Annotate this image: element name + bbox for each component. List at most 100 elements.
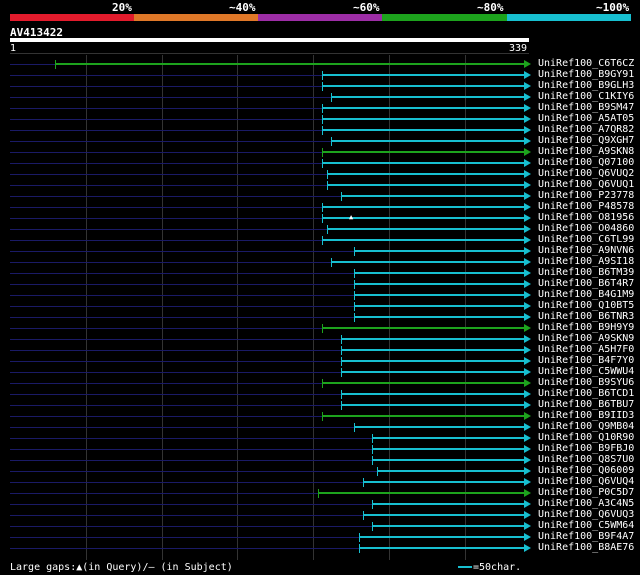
hit-bar[interactable] (363, 481, 524, 483)
hit-bar[interactable] (322, 151, 524, 153)
hit-name-link[interactable]: UniRef100_B9SM47 (538, 102, 634, 113)
hit-name-link[interactable]: UniRef100_O81956 (538, 212, 634, 223)
hit-name-link[interactable]: UniRef100_Q10R90 (538, 432, 634, 443)
hit-name-link[interactable]: UniRef100_O04860 (538, 223, 634, 234)
hit-bar[interactable] (322, 415, 524, 417)
hit-bar[interactable] (341, 360, 524, 362)
hit-bar[interactable] (359, 547, 524, 549)
hit-name-link[interactable]: UniRef100_P0C5D7 (538, 487, 634, 498)
hit-bar[interactable] (372, 459, 524, 461)
hit-name-link[interactable]: UniRef100_B6T4R7 (538, 278, 634, 289)
hit-name-link[interactable]: UniRef100_B8AE76 (538, 542, 634, 553)
hit-bar[interactable] (322, 74, 524, 76)
hit-name-link[interactable]: UniRef100_C6TL99 (538, 234, 634, 245)
hit-name-link[interactable]: UniRef100_B9GLH3 (538, 80, 634, 91)
hit-bar[interactable] (359, 536, 524, 538)
hit-name-link[interactable]: UniRef100_Q6VUQ1 (538, 179, 634, 190)
hit-name-link[interactable]: UniRef100_A9SKN9 (538, 333, 634, 344)
hit-name-link[interactable]: UniRef100_B9SYU6 (538, 377, 634, 388)
hit-name-link[interactable]: UniRef100_B6TM39 (538, 267, 634, 278)
hit-name-link[interactable]: UniRef100_Q9MB04 (538, 421, 634, 432)
hit-name-link[interactable]: UniRef100_B4G1M9 (538, 289, 634, 300)
hit-name-link[interactable]: UniRef100_Q9XGH7 (538, 135, 634, 146)
hit-bar[interactable] (322, 85, 524, 87)
hit-bar[interactable] (322, 107, 524, 109)
hit-start-tick (341, 346, 342, 355)
hit-bar[interactable] (372, 525, 524, 527)
hit-bar[interactable] (354, 250, 524, 252)
hit-name-link[interactable]: UniRef100_C5WM64 (538, 520, 634, 531)
hit-bar[interactable] (354, 283, 524, 285)
hit-name-link[interactable]: UniRef100_B9H9Y9 (538, 322, 634, 333)
hit-start-tick (354, 302, 355, 311)
legend-label: ~40% (229, 1, 256, 14)
hit-bar[interactable] (354, 272, 524, 274)
hit-name-link[interactable]: UniRef100_Q6VUQ4 (538, 476, 634, 487)
hit-bar[interactable] (354, 294, 524, 296)
hit-bar[interactable] (341, 371, 524, 373)
hit-name-link[interactable]: UniRef100_B6TCD1 (538, 388, 634, 399)
hit-name-link[interactable]: UniRef100_P23778 (538, 190, 634, 201)
hit-end-arrow-icon (524, 148, 531, 156)
hit-bar[interactable] (363, 514, 524, 516)
hit-bar[interactable] (322, 118, 524, 120)
hit-end-arrow-icon (524, 247, 531, 255)
hit-name-link[interactable]: UniRef100_C5WWU4 (538, 366, 634, 377)
hit-name-link[interactable]: UniRef100_B9F4A7 (538, 531, 634, 542)
hit-bar[interactable] (322, 129, 524, 131)
hit-bar[interactable] (341, 349, 524, 351)
hit-bar[interactable] (354, 426, 524, 428)
hit-name-link[interactable]: UniRef100_B9IID3 (538, 410, 634, 421)
hit-bar[interactable] (327, 173, 524, 175)
hit-bar[interactable] (341, 195, 524, 197)
hit-name-link[interactable]: UniRef100_B6TBU7 (538, 399, 634, 410)
hit-bar[interactable] (322, 162, 524, 164)
hit-name-link[interactable]: UniRef100_A9SKN8 (538, 146, 634, 157)
hit-name-link[interactable]: UniRef100_Q6VUQ2 (538, 168, 634, 179)
hit-bar[interactable] (331, 140, 524, 142)
hit-name-link[interactable]: UniRef100_C6T6CZ (538, 58, 634, 69)
hit-bar[interactable] (341, 404, 524, 406)
hit-name-link[interactable]: UniRef100_A3C4N5 (538, 498, 634, 509)
hit-bar[interactable] (341, 393, 524, 395)
hit-bar[interactable] (354, 316, 524, 318)
hit-bar[interactable] (372, 448, 524, 450)
hit-bar[interactable] (322, 382, 524, 384)
hit-bar[interactable] (318, 492, 524, 494)
hit-name-link[interactable]: UniRef100_P48578 (538, 201, 634, 212)
hit-bar[interactable] (377, 470, 524, 472)
hit-end-arrow-icon (524, 511, 531, 519)
hit-name-link[interactable]: UniRef100_A9SI18 (538, 256, 634, 267)
hit-name-link[interactable]: UniRef100_B9FBJ0 (538, 443, 634, 454)
hit-name-link[interactable]: UniRef100_A7QR82 (538, 124, 634, 135)
legend-segment (507, 14, 631, 21)
ruler-line (10, 53, 529, 54)
hit-name-link[interactable]: UniRef100_A9NVN6 (538, 245, 634, 256)
hit-name-link[interactable]: UniRef100_Q06009 (538, 465, 634, 476)
hit-name-link[interactable]: UniRef100_B9GY91 (538, 69, 634, 80)
hit-bar[interactable] (372, 503, 524, 505)
hit-name-link[interactable]: UniRef100_B6TNR3 (538, 311, 634, 322)
hit-bar[interactable] (322, 206, 524, 208)
hit-bar[interactable] (322, 239, 524, 241)
hit-name-link[interactable]: UniRef100_C1KIY6 (538, 91, 634, 102)
hit-name-link[interactable]: UniRef100_B4F7Y0 (538, 355, 634, 366)
hit-bar[interactable] (331, 261, 524, 263)
hit-end-arrow-icon (524, 423, 531, 431)
hit-name-link[interactable]: UniRef100_Q10BT5 (538, 300, 634, 311)
hit-bar[interactable] (372, 437, 524, 439)
hit-start-tick (322, 412, 323, 421)
hit-bar[interactable] (327, 228, 524, 230)
hit-name-link[interactable]: UniRef100_A5H7F0 (538, 344, 634, 355)
hit-start-tick (322, 71, 323, 80)
hit-name-link[interactable]: UniRef100_Q6VUQ3 (538, 509, 634, 520)
hit-bar[interactable] (331, 96, 524, 98)
hit-bar[interactable] (55, 63, 524, 65)
hit-name-link[interactable]: UniRef100_Q07100 (538, 157, 634, 168)
hit-bar[interactable] (322, 327, 524, 329)
hit-name-link[interactable]: UniRef100_A5AT05 (538, 113, 634, 124)
hit-bar[interactable] (341, 338, 524, 340)
hit-name-link[interactable]: UniRef100_Q8S7U0 (538, 454, 634, 465)
hit-bar[interactable] (327, 184, 524, 186)
hit-bar[interactable] (354, 305, 524, 307)
